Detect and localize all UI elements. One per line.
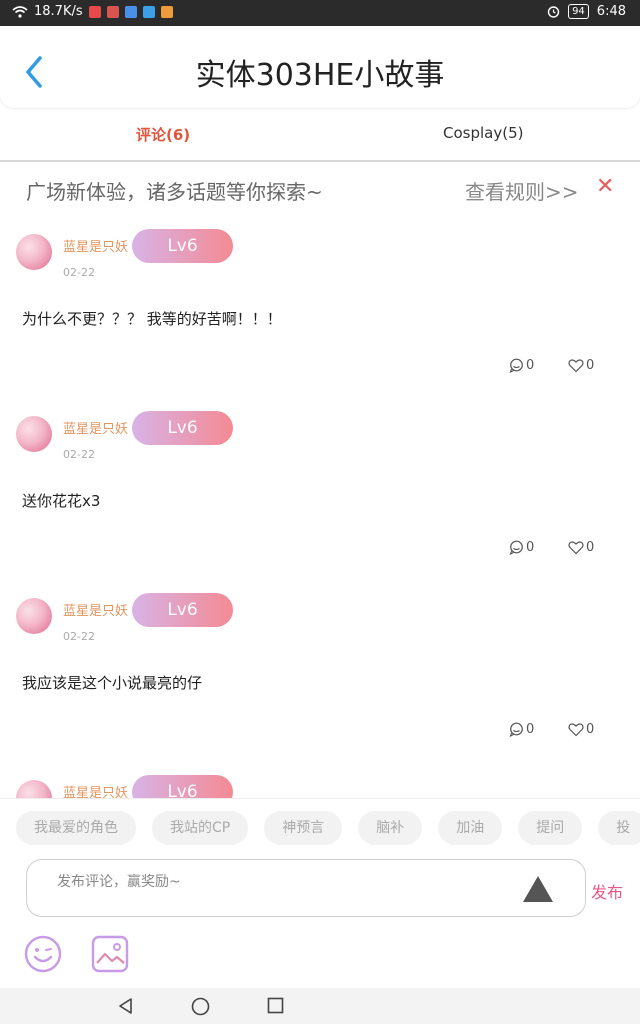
comment-date: 02-22 <box>63 448 95 461</box>
clock: 6:48 <box>596 4 626 19</box>
reply-button[interactable]: 0 <box>509 540 534 555</box>
reply-button[interactable]: 0 <box>509 358 534 373</box>
alarm-icon <box>547 6 560 18</box>
level-badge: Lv6 <box>132 593 233 627</box>
username[interactable]: 蓝星是只妖 <box>63 236 128 255</box>
comment-date: 02-22 <box>63 630 95 643</box>
status-left: 18.7K/s <box>12 4 173 19</box>
close-icon[interactable]: ✕ <box>596 174 614 199</box>
avatar[interactable] <box>16 416 52 452</box>
comment-content: 为什么不更？？？ 我等的好苦啊！！！ <box>22 310 282 328</box>
username[interactable]: 蓝星是只妖 <box>63 600 128 619</box>
comment-content: 我应该是这个小说最亮的仔 <box>22 674 203 692</box>
network-speed: 18.7K/s <box>34 4 83 19</box>
topic-chip[interactable]: 投 <box>598 811 640 845</box>
search-app-icon <box>142 5 155 18</box>
level-badge: Lv6 <box>132 411 233 445</box>
app-notification-icon <box>124 5 137 18</box>
reply-count: 0 <box>526 358 535 373</box>
comment-item: 蓝星是只妖 Lv6 02-22 送你花花x3 0 0 <box>0 396 640 579</box>
quick-topic-list: 我最爱的角色 我站的CP 神预言 脑补 加油 提问 投 <box>16 811 640 845</box>
topic-chip[interactable]: 脑补 <box>358 811 423 845</box>
comment-content: 送你花花x3 <box>22 492 101 510</box>
avatar[interactable] <box>16 234 52 270</box>
battery-indicator: 94 <box>568 4 589 19</box>
username[interactable]: 蓝星是只妖 <box>63 418 128 437</box>
comment-input[interactable]: 发布评论，赢奖励~ <box>26 859 586 917</box>
tab-comments[interactable]: 评论(6) <box>136 124 190 145</box>
view-rules-link[interactable]: 查看规则>> <box>465 176 579 205</box>
notice-text: 广场新体验，诸多话题等你探索~ <box>26 180 323 204</box>
notice-bar: 广场新体验，诸多话题等你探索~ 查看规则>> ✕ <box>0 162 640 218</box>
system-nav-bar <box>0 988 640 1024</box>
comment-bubble-icon <box>509 358 523 373</box>
topic-chip[interactable]: 我最爱的角色 <box>16 811 136 845</box>
status-right: 94 6:48 <box>547 4 626 19</box>
avatar[interactable] <box>16 598 52 634</box>
comment-input-placeholder: 发布评论，赢奖励~ <box>57 874 181 890</box>
play-app-icon <box>160 5 173 18</box>
app-notification-icon <box>106 5 119 18</box>
reply-button[interactable]: 0 <box>509 722 534 737</box>
like-count: 0 <box>586 358 595 373</box>
like-count: 0 <box>586 540 595 555</box>
topic-chip[interactable]: 我站的CP <box>152 811 249 845</box>
header: 实体303HE小故事 <box>0 26 640 108</box>
wifi-icon <box>12 5 28 18</box>
image-icon[interactable] <box>91 935 129 973</box>
topic-chip[interactable]: 提问 <box>518 811 583 845</box>
app-notification-icon <box>88 5 101 18</box>
composer-panel: 我最爱的角色 我站的CP 神预言 脑补 加油 提问 投 发布评论，赢奖励~ 发布 <box>0 798 640 989</box>
heart-icon <box>568 541 584 555</box>
nav-home-icon[interactable] <box>191 997 210 1016</box>
topic-chip[interactable]: 加油 <box>438 811 503 845</box>
emoji-icon[interactable] <box>24 935 62 973</box>
comment-item: 蓝星是只妖 Lv6 02-22 为什么不更？？？ 我等的好苦啊！！！ 0 0 <box>0 214 640 397</box>
tab-bar: 评论(6) Cosplay(5) <box>0 110 640 162</box>
like-button[interactable]: 0 <box>568 358 594 373</box>
status-bar: 18.7K/s 94 6:48 <box>0 0 640 26</box>
like-button[interactable]: 0 <box>568 540 594 555</box>
nav-back-icon[interactable] <box>117 997 135 1015</box>
like-button[interactable]: 0 <box>568 722 594 737</box>
comment-item: 蓝星是只妖 Lv6 02-22 我应该是这个小说最亮的仔 0 0 <box>0 578 640 761</box>
page-title: 实体303HE小故事 <box>195 58 445 93</box>
reply-count: 0 <box>526 722 535 737</box>
level-badge: Lv6 <box>132 229 233 263</box>
triangle-up-icon[interactable] <box>521 874 555 904</box>
comment-bubble-icon <box>509 722 523 737</box>
heart-icon <box>568 723 584 737</box>
comment-bubble-icon <box>509 540 523 555</box>
topic-chip[interactable]: 神预言 <box>264 811 343 845</box>
reply-count: 0 <box>526 540 535 555</box>
tab-cosplay[interactable]: Cosplay(5) <box>443 124 523 142</box>
comment-date: 02-22 <box>63 266 95 279</box>
nav-recents-icon[interactable] <box>267 997 284 1014</box>
heart-icon <box>568 359 584 373</box>
publish-button[interactable]: 发布 <box>591 879 623 903</box>
like-count: 0 <box>586 722 595 737</box>
